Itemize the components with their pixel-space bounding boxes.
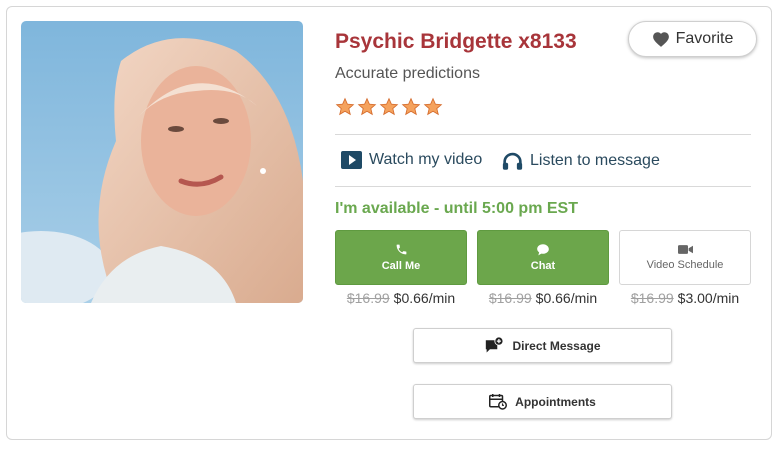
video-schedule-label: Video Schedule <box>646 259 724 271</box>
favorite-button[interactable]: Favorite <box>628 21 757 57</box>
play-icon <box>341 151 362 169</box>
call-old-price: $16.99 <box>346 290 390 306</box>
chat-price: $16.99 $0.66/min <box>477 290 609 306</box>
heart-icon <box>652 32 669 47</box>
watch-video-link[interactable]: Watch my video <box>341 151 482 169</box>
psychic-photo[interactable] <box>21 21 303 303</box>
availability-status: I'm available - until 5:00 pm EST <box>335 200 578 217</box>
divider <box>335 186 751 187</box>
call-me-button[interactable]: Call Me <box>335 230 467 285</box>
call-current-price: $0.66/min <box>393 290 456 306</box>
favorite-label: Favorite <box>675 30 734 47</box>
star-icon <box>335 97 355 116</box>
psychic-tagline: Accurate predictions <box>335 65 480 82</box>
chat-bubble-icon <box>537 244 549 256</box>
call-price: $16.99 $0.66/min <box>335 290 467 306</box>
divider <box>335 134 751 135</box>
appointments-label: Appointments <box>515 394 596 409</box>
video-price: $16.99 $3.00/min <box>619 290 751 306</box>
psychic-name: Psychic Bridgette x8133 <box>335 30 577 53</box>
star-icon <box>401 97 421 116</box>
phone-icon <box>396 244 406 255</box>
direct-message-label: Direct Message <box>512 338 601 353</box>
calendar-clock-icon <box>489 394 508 410</box>
headphones-icon <box>502 152 523 170</box>
chat-current-price: $0.66/min <box>535 290 598 306</box>
video-schedule-button[interactable]: Video Schedule <box>619 230 751 285</box>
star-icon <box>379 97 399 116</box>
star-icon <box>357 97 377 116</box>
video-old-price: $16.99 <box>630 290 674 306</box>
chat-label: Chat <box>530 260 556 272</box>
video-current-price: $3.00/min <box>677 290 740 306</box>
video-camera-icon <box>677 245 693 254</box>
listen-message-link[interactable]: Listen to message <box>502 151 660 171</box>
watch-video-label: Watch my video <box>369 151 483 168</box>
direct-message-button[interactable]: Direct Message <box>413 328 672 363</box>
rating-stars <box>335 97 443 117</box>
message-plus-icon <box>486 336 504 353</box>
appointments-button[interactable]: Appointments <box>413 384 672 419</box>
chat-old-price: $16.99 <box>488 290 532 306</box>
listen-message-label: Listen to message <box>530 152 660 169</box>
chat-button[interactable]: Chat <box>477 230 609 285</box>
call-me-label: Call Me <box>381 260 421 272</box>
star-icon <box>423 97 443 116</box>
